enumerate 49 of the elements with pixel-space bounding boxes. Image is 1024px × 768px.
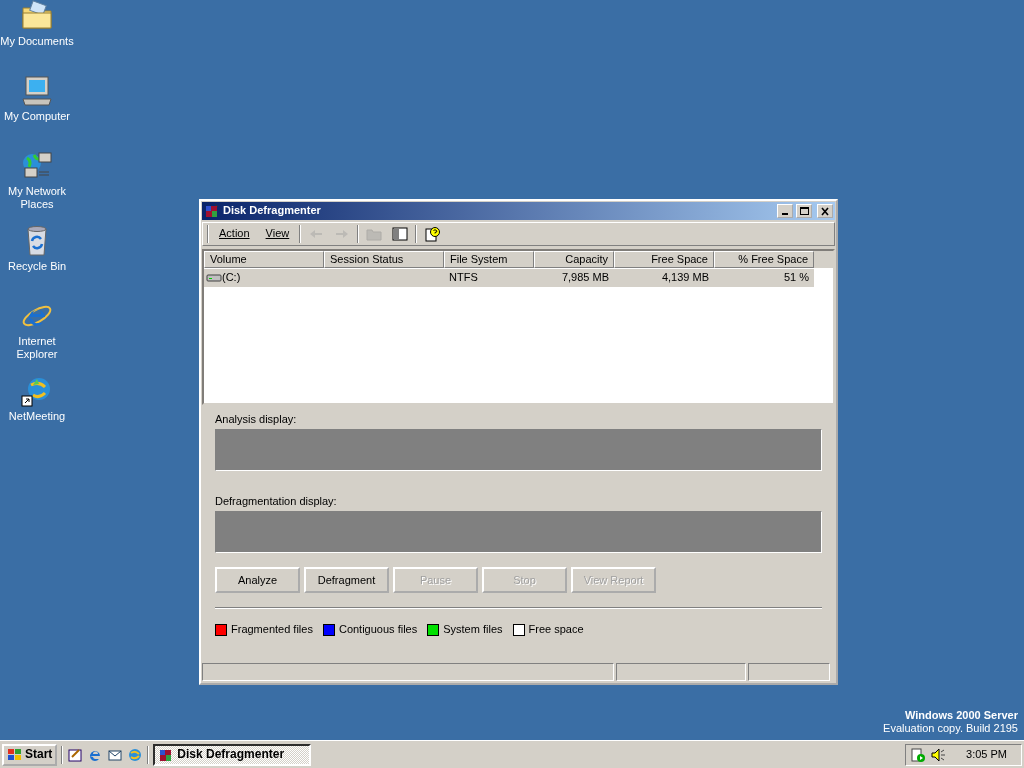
icon-label[interactable]: NetMeeting xyxy=(8,410,66,424)
window-title: Disk Defragmenter xyxy=(223,204,322,218)
start-button[interactable]: Start xyxy=(2,743,58,766)
section-label: Defragmentation display: xyxy=(215,495,338,509)
folder-icon xyxy=(366,226,383,242)
section-label: Analysis display: xyxy=(215,413,298,427)
menu-item[interactable]: View xyxy=(259,226,296,242)
folder-icon[interactable] xyxy=(21,0,53,32)
legend-label: System files xyxy=(443,623,503,637)
minimize-button[interactable] xyxy=(777,204,793,218)
taskbar-button[interactable]: Disk Defragmenter xyxy=(153,743,312,766)
column-header[interactable]: Volume xyxy=(204,251,324,268)
close-icon xyxy=(821,206,829,216)
maximize-button[interactable] xyxy=(796,204,812,218)
speaker-icon[interactable] xyxy=(930,746,947,763)
table-cell: 4,139 MB xyxy=(661,271,709,284)
table-cell: 7,985 MB xyxy=(561,271,609,284)
column-header[interactable]: Session Status xyxy=(324,251,444,268)
icon-label[interactable]: My Computer xyxy=(4,110,70,124)
legend-label: Free space xyxy=(528,623,584,637)
column-header[interactable]: Free Space xyxy=(614,251,714,268)
netmeeting-icon[interactable] xyxy=(21,375,53,407)
clock: 3:05 PM xyxy=(966,747,1007,762)
icon-label[interactable]: My Network Places xyxy=(2,185,72,212)
table-cell: 51 % xyxy=(783,271,809,284)
table-cell: NTFS xyxy=(449,271,478,284)
volume-row[interactable]: (C:) NTFS 7,985 MB 4,139 MB 51 % xyxy=(204,269,814,287)
action-button[interactable]: Defragment xyxy=(304,567,389,594)
action-button[interactable]: Analyze xyxy=(215,567,300,594)
legend-label: Fragmented files xyxy=(231,623,313,637)
os-edition-label: Windows 2000 Server xyxy=(904,708,1018,722)
computer-icon[interactable] xyxy=(21,75,53,107)
close-button[interactable] xyxy=(817,204,833,218)
icon-label[interactable]: My Documents xyxy=(0,35,74,49)
windows-flag-icon xyxy=(7,746,23,763)
column-header[interactable]: % Free Space xyxy=(714,251,814,268)
minimize-icon xyxy=(782,213,788,215)
icon-label[interactable]: Internet Explorer xyxy=(0,335,74,362)
pane-icon xyxy=(392,226,409,242)
defrag-app-icon xyxy=(204,203,220,219)
icon-label[interactable]: Recycle Bin xyxy=(7,260,67,274)
menu-item[interactable]: Action xyxy=(213,226,256,242)
column-header[interactable]: File System xyxy=(444,251,534,268)
table-cell: (C:) xyxy=(222,271,241,285)
help-sheet-icon xyxy=(424,226,441,242)
maximize-icon xyxy=(799,207,809,215)
legend-label: Contiguous files xyxy=(338,623,418,637)
build-label: Evaluation copy. Build 2195 xyxy=(883,721,1018,735)
column-header[interactable]: Capacity xyxy=(534,251,614,268)
